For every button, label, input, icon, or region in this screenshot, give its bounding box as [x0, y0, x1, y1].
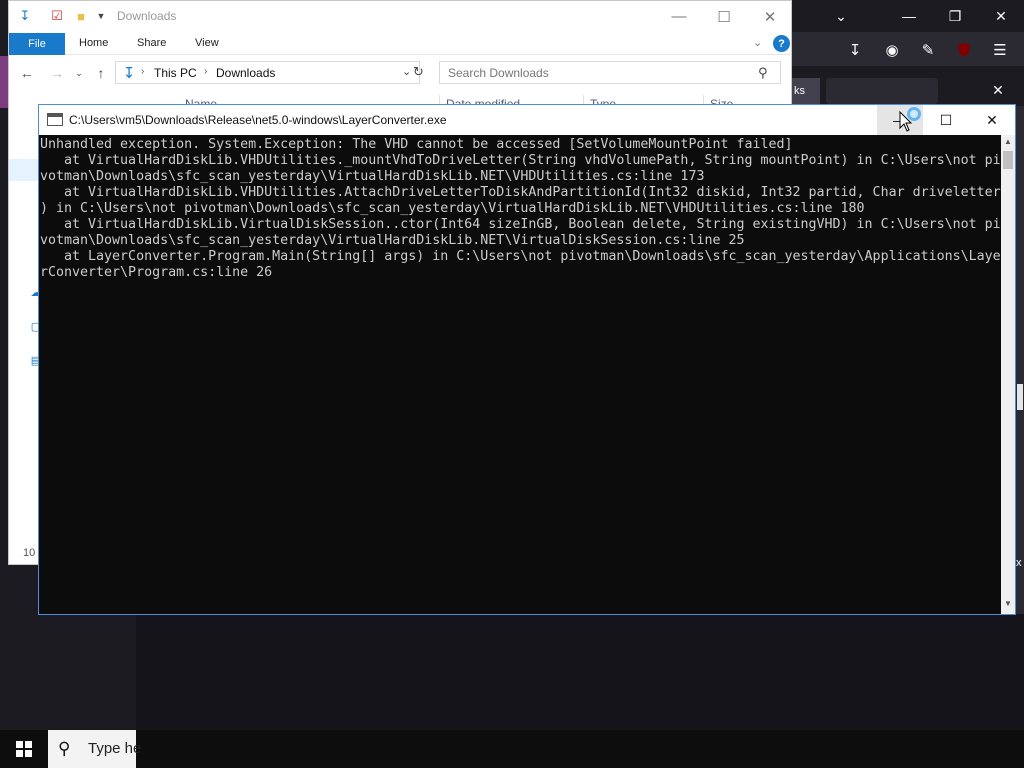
taskbar: ⚲ Type he [0, 730, 1024, 768]
console-line: votman\Downloads\sfc_scan_yesterday\Virt… [40, 169, 705, 184]
close-icon[interactable]: ✕ [988, 80, 1008, 100]
tab-file[interactable]: File [9, 33, 65, 55]
console-line: at VirtualHardDiskLib.VHDUtilities.Attac… [40, 185, 1001, 200]
address-bar[interactable]: ↧ › This PC › Downloads ⌄ [115, 61, 420, 84]
scrollbar-thumb[interactable] [1003, 151, 1013, 169]
breadcrumb-this-pc[interactable]: This PC [154, 66, 197, 80]
recent-locations-icon[interactable]: ⌄ [69, 63, 89, 83]
chevron-down-icon[interactable]: ⌄ [818, 0, 864, 32]
browser-tab-bar: ⌄ — ❐ ✕ [792, 0, 1024, 32]
account-icon[interactable]: ◉ [882, 40, 902, 60]
console-window: C:\Users\vm5\Downloads\Release\net5.0-wi… [38, 104, 1016, 615]
download-icon: ↧ [122, 65, 136, 82]
explorer-title-bar: ↧ ☑ ■ ▼ Downloads — ☐ ✕ [9, 1, 791, 33]
restore-button[interactable]: ❐ [932, 0, 978, 32]
navigation-pane: ☁ ▢ ▤ [9, 109, 42, 549]
tab-view[interactable]: View [195, 37, 219, 49]
tab-home[interactable]: Home [79, 37, 108, 49]
ribbon: File Home Share View ⌄ ? [9, 33, 791, 55]
help-button[interactable]: ? [773, 35, 790, 52]
navigation-bar: ← → ⌄ ↑ ↧ › This PC › Downloads ⌄ ↻ Sear… [9, 58, 791, 88]
close-button[interactable]: ✕ [978, 0, 1024, 32]
console-scrollbar[interactable]: ▲ ▼ [1001, 135, 1015, 614]
download-icon[interactable]: ↧ [845, 40, 865, 60]
browser-scrollbar[interactable] [1016, 106, 1024, 614]
console-line: votman\Downloads\sfc_scan_yesterday\Virt… [40, 233, 745, 248]
chevron-right-icon[interactable]: › [204, 66, 207, 77]
console-line: at LayerConverter.Program.Main(String[] … [40, 249, 1001, 264]
search-placeholder: Search Downloads [448, 66, 549, 80]
browser-tab[interactable]: ks [792, 78, 820, 104]
forward-arrow-icon[interactable]: → [47, 63, 67, 83]
close-button[interactable]: ✕ [969, 105, 1015, 135]
browser-content [136, 614, 1024, 740]
console-line: ) in C:\Users\not pivotman\Downloads\sfc… [40, 201, 865, 216]
minimize-button[interactable]: — [886, 0, 932, 32]
properties-icon[interactable]: ☑ [49, 8, 65, 24]
maximize-button[interactable]: ☐ [701, 1, 747, 32]
customize-qat-icon[interactable]: ▼ [93, 8, 109, 24]
maximize-button[interactable]: ☐ [923, 105, 969, 135]
console-line: at VirtualHardDiskLib.VHDUtilities._moun… [40, 153, 1001, 168]
new-folder-icon[interactable]: ■ [73, 8, 89, 24]
browser-tab-active[interactable] [826, 78, 938, 104]
download-folder-icon: ↧ [19, 8, 31, 23]
console-line: at VirtualHardDiskLib.VirtualDiskSession… [40, 217, 1001, 232]
close-button[interactable]: ✕ [747, 1, 793, 32]
windows-logo-icon [16, 741, 32, 757]
console-app-icon [47, 113, 63, 126]
browser-right-text: x [1016, 557, 1022, 569]
item-count: 10 [23, 547, 36, 559]
menu-icon[interactable]: ☰ [990, 40, 1010, 60]
taskbar-search-text: Type he [88, 740, 142, 757]
mouse-cursor-icon [899, 111, 913, 132]
search-icon: ⚲ [58, 739, 71, 758]
chevron-right-icon[interactable]: › [141, 66, 144, 77]
chevron-down-icon[interactable]: ⌄ [753, 36, 762, 49]
console-line: Unhandled exception. System.Exception: T… [40, 137, 793, 152]
console-output[interactable]: Unhandled exception. System.Exception: T… [39, 135, 1001, 614]
search-icon: ⚲ [758, 65, 768, 80]
tab-share[interactable]: Share [137, 37, 166, 49]
up-arrow-icon[interactable]: ↑ [91, 63, 111, 83]
ublock-icon[interactable] [954, 40, 974, 60]
taskbar-search[interactable]: ⚲ Type he [48, 730, 141, 768]
chevron-down-icon[interactable]: ⌄ [402, 65, 411, 78]
nav-item-selected[interactable] [9, 159, 39, 181]
console-title-bar: C:\Users\vm5\Downloads\Release\net5.0-wi… [39, 105, 1015, 135]
scroll-down-icon[interactable]: ▼ [1001, 599, 1015, 611]
minimize-button[interactable]: — [656, 1, 702, 32]
breadcrumb-downloads[interactable]: Downloads [216, 66, 275, 80]
extensions-icon[interactable]: ✎ [918, 40, 938, 60]
left-accent [0, 56, 8, 108]
back-arrow-icon[interactable]: ← [17, 63, 37, 83]
console-title: C:\Users\vm5\Downloads\Release\net5.0-wi… [69, 113, 447, 127]
search-input[interactable]: Search Downloads ⚲ [439, 61, 781, 84]
explorer-title: Downloads [117, 9, 177, 23]
scroll-up-icon[interactable]: ▲ [1001, 137, 1015, 149]
refresh-icon[interactable]: ↻ [413, 64, 424, 80]
start-button[interactable] [0, 730, 48, 768]
console-line: rConverter\Program.cs:line 26 [40, 265, 273, 280]
